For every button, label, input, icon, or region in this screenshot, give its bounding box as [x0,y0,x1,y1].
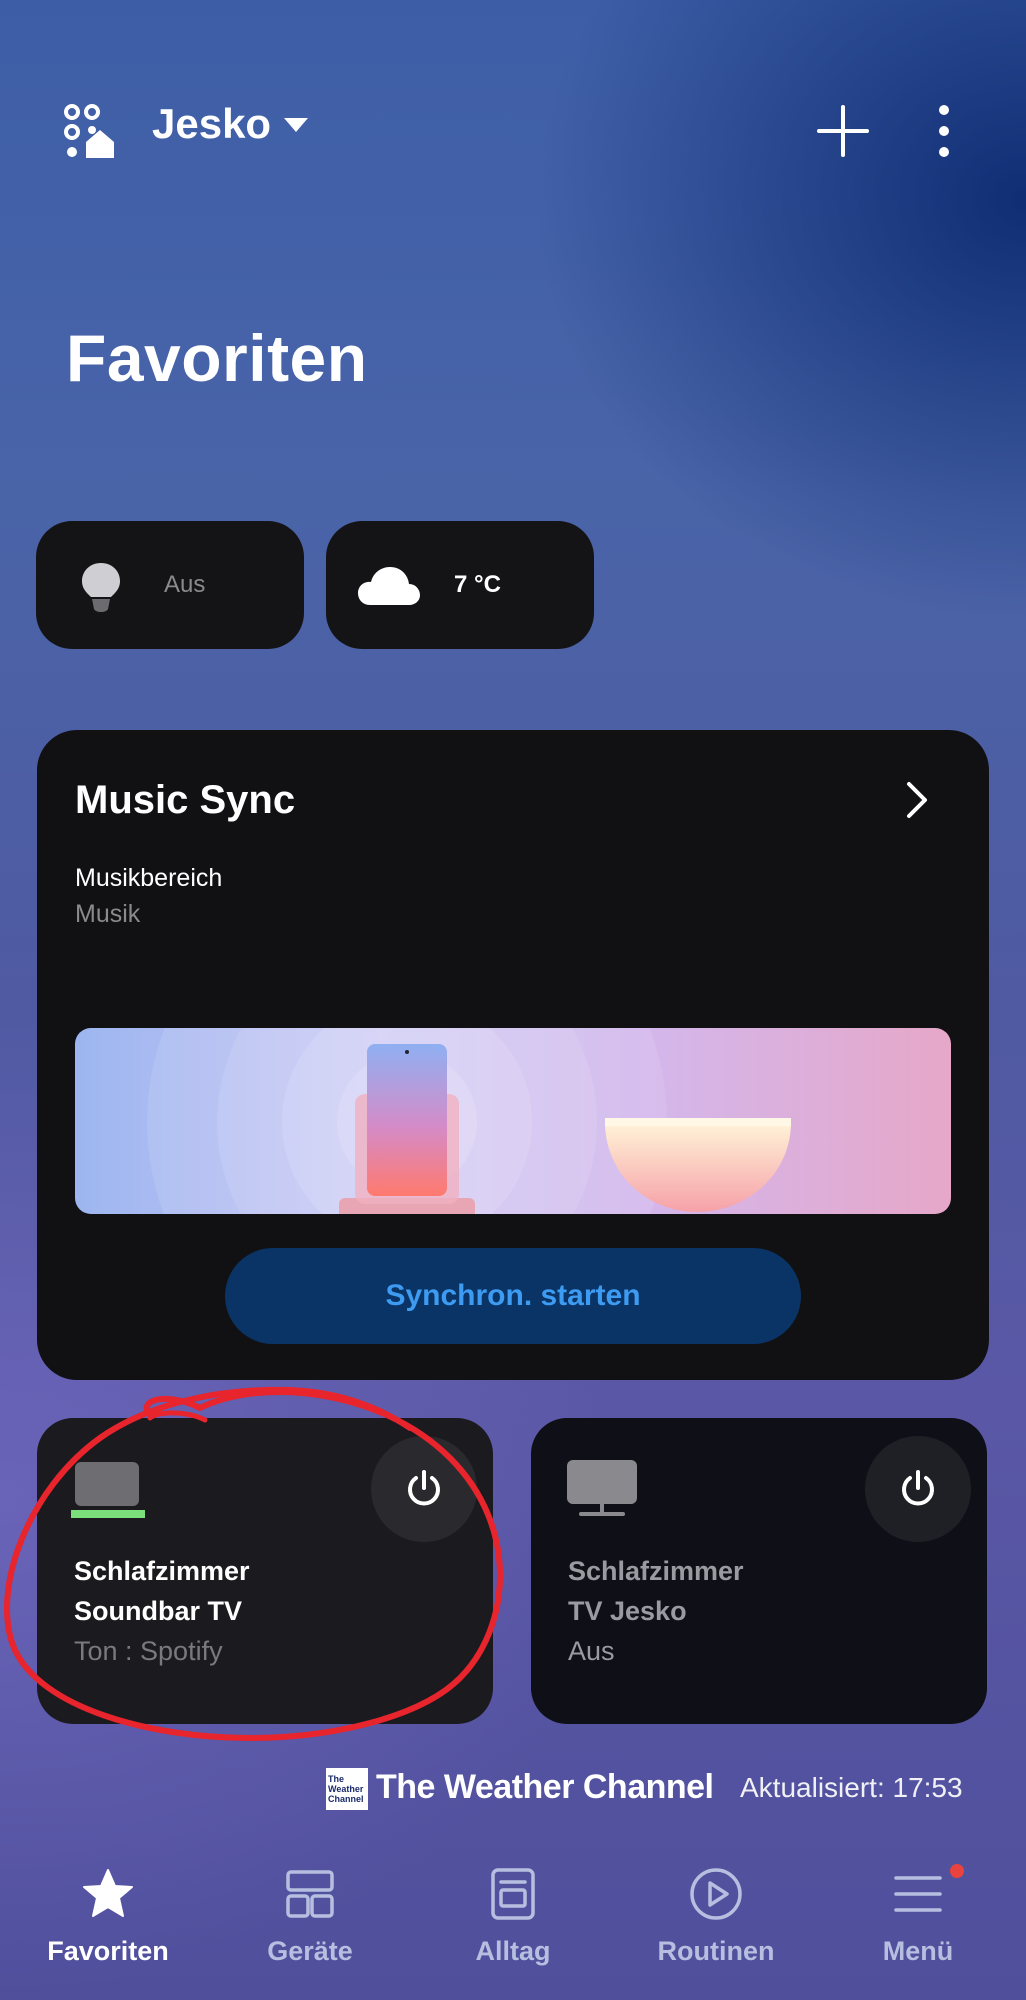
device-name: TV Jesko [568,1596,687,1626]
music-area-value: Musik [75,900,141,928]
lightbulb-icon [82,563,120,612]
devices-grid-icon [286,1870,334,1918]
start-sync-button[interactable]: Synchron. starten [225,1248,801,1344]
device-name: Soundbar TV [74,1596,242,1626]
nav-tab-favoriten[interactable]: Favoriten [18,1866,198,1976]
weather-channel-brand[interactable]: The Weather Channel [376,1768,714,1807]
device-card-soundbar[interactable]: Schlafzimmer Soundbar TV Ton : Spotify [37,1418,493,1724]
chevron-right-icon[interactable] [899,780,935,820]
nav-tab-routinen[interactable]: Routinen [626,1866,806,1976]
light-tile[interactable]: Aus [36,521,304,649]
music-sync-title: Music Sync [75,778,296,822]
nav-label: Menü [882,1936,954,1966]
music-area-label: Musikbereich [75,864,223,892]
nav-tab-alltag[interactable]: Alltag [423,1866,603,1976]
caret-down-icon[interactable] [284,118,308,132]
power-icon [408,1470,440,1506]
soundbar-icon [71,1462,145,1518]
menu-icon [894,1876,942,1912]
music-sync-illustration [75,1028,951,1214]
nav-tab-menue[interactable]: Menü [828,1866,1008,1976]
nav-label: Routinen [657,1936,775,1966]
device-room: Schlafzimmer [568,1556,744,1586]
weather-tile[interactable]: 7 °C [326,521,594,649]
nav-label: Alltag [475,1936,551,1966]
nav-tab-geraete[interactable]: Geräte [220,1866,400,1976]
weather-temperature: 7 °C [454,571,501,598]
device-status: Ton : Spotify [74,1636,223,1666]
cloud-icon [358,567,420,605]
device-room: Schlafzimmer [74,1556,250,1586]
power-button[interactable] [371,1436,477,1542]
nav-label: Geräte [267,1936,353,1966]
light-status: Aus [164,571,206,598]
device-status: Aus [568,1636,615,1666]
home-selector[interactable]: Jesko [152,100,271,148]
daily-board-icon [491,1868,535,1920]
power-icon [902,1470,934,1506]
more-vertical-icon[interactable] [930,104,958,158]
power-button[interactable] [865,1436,971,1542]
page-title: Favoriten [66,321,368,395]
notification-badge [950,1864,964,1878]
nav-label: Favoriten [47,1936,169,1966]
plus-icon[interactable] [816,104,870,158]
play-circle-icon [690,1868,742,1920]
star-icon [83,1869,133,1917]
tv-icon [567,1460,637,1516]
device-card-tv[interactable]: Schlafzimmer TV Jesko Aus [531,1418,987,1724]
updated-timestamp: Aktualisiert: 17:53 [740,1772,963,1803]
music-sync-card[interactable]: Music Sync Musikbereich Musik Synchron. … [37,730,989,1380]
smartthings-home-icon[interactable] [62,104,118,160]
weather-channel-logo: The Weather Channel [326,1768,368,1810]
